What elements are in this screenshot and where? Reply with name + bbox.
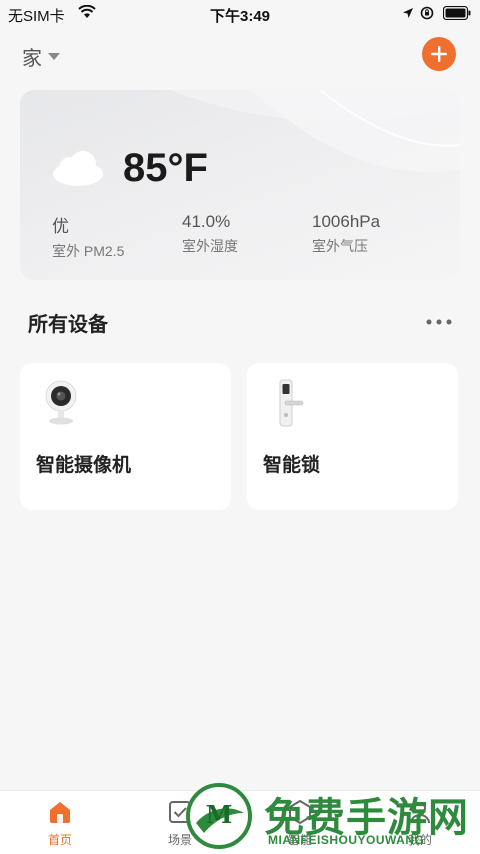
site-watermark: M 免费手游网 MIANFEISHOUYOUWANG: [186, 783, 480, 853]
tab-home[interactable]: 首页: [30, 799, 90, 848]
smart-lock-icon: [279, 379, 304, 427]
camera-icon: [45, 380, 77, 425]
home-name: 家: [22, 48, 42, 70]
rotation-lock-icon: [420, 6, 434, 20]
weather-card[interactable]: 85°F 优 室外 PM2.5 41.0% 室外湿度 1006hPa 室外气压: [20, 90, 460, 280]
home-icon: [50, 802, 70, 823]
stat-pm25-label: 室外 PM2.5: [52, 243, 125, 259]
device-name-smart-lock: 智能锁: [263, 455, 321, 476]
home-selector[interactable]: 家: [22, 42, 60, 71]
plus-icon: [431, 46, 447, 62]
device-card-camera[interactable]: 智能摄像机: [20, 363, 231, 510]
stat-humidity-value: 41.0%: [182, 212, 231, 231]
watermark-logo-icon: M: [186, 783, 252, 849]
stat-pm25-value: 优: [52, 217, 69, 236]
stat-pressure: 1006hPa 室外气压: [312, 212, 380, 256]
tab-home-label: 首页: [47, 833, 72, 847]
device-name-camera: 智能摄像机: [36, 455, 132, 476]
stat-humidity-label: 室外湿度: [182, 238, 238, 254]
watermark-subtitle: MIANFEISHOUYOUWANG: [268, 833, 425, 847]
devices-section-title: 所有设备: [28, 314, 108, 336]
stat-pm25: 优 室外 PM2.5: [52, 212, 124, 261]
stat-pressure-value: 1006hPa: [312, 212, 381, 231]
add-button[interactable]: [422, 37, 456, 71]
battery-icon: [443, 6, 471, 20]
svg-text:M: M: [206, 800, 233, 829]
cloud-icon: [53, 151, 103, 186]
caret-down-icon: [48, 53, 60, 60]
stat-humidity: 41.0% 室外湿度: [182, 212, 238, 256]
stat-pressure-label: 室外气压: [312, 238, 368, 254]
more-options-icon[interactable]: [426, 318, 452, 326]
device-card-smart-lock[interactable]: 智能锁: [247, 363, 458, 510]
temperature-value: 85°F: [123, 146, 208, 190]
status-bar: 无SIM卡 下午3:49: [0, 0, 480, 28]
location-arrow-icon: [403, 8, 413, 18]
